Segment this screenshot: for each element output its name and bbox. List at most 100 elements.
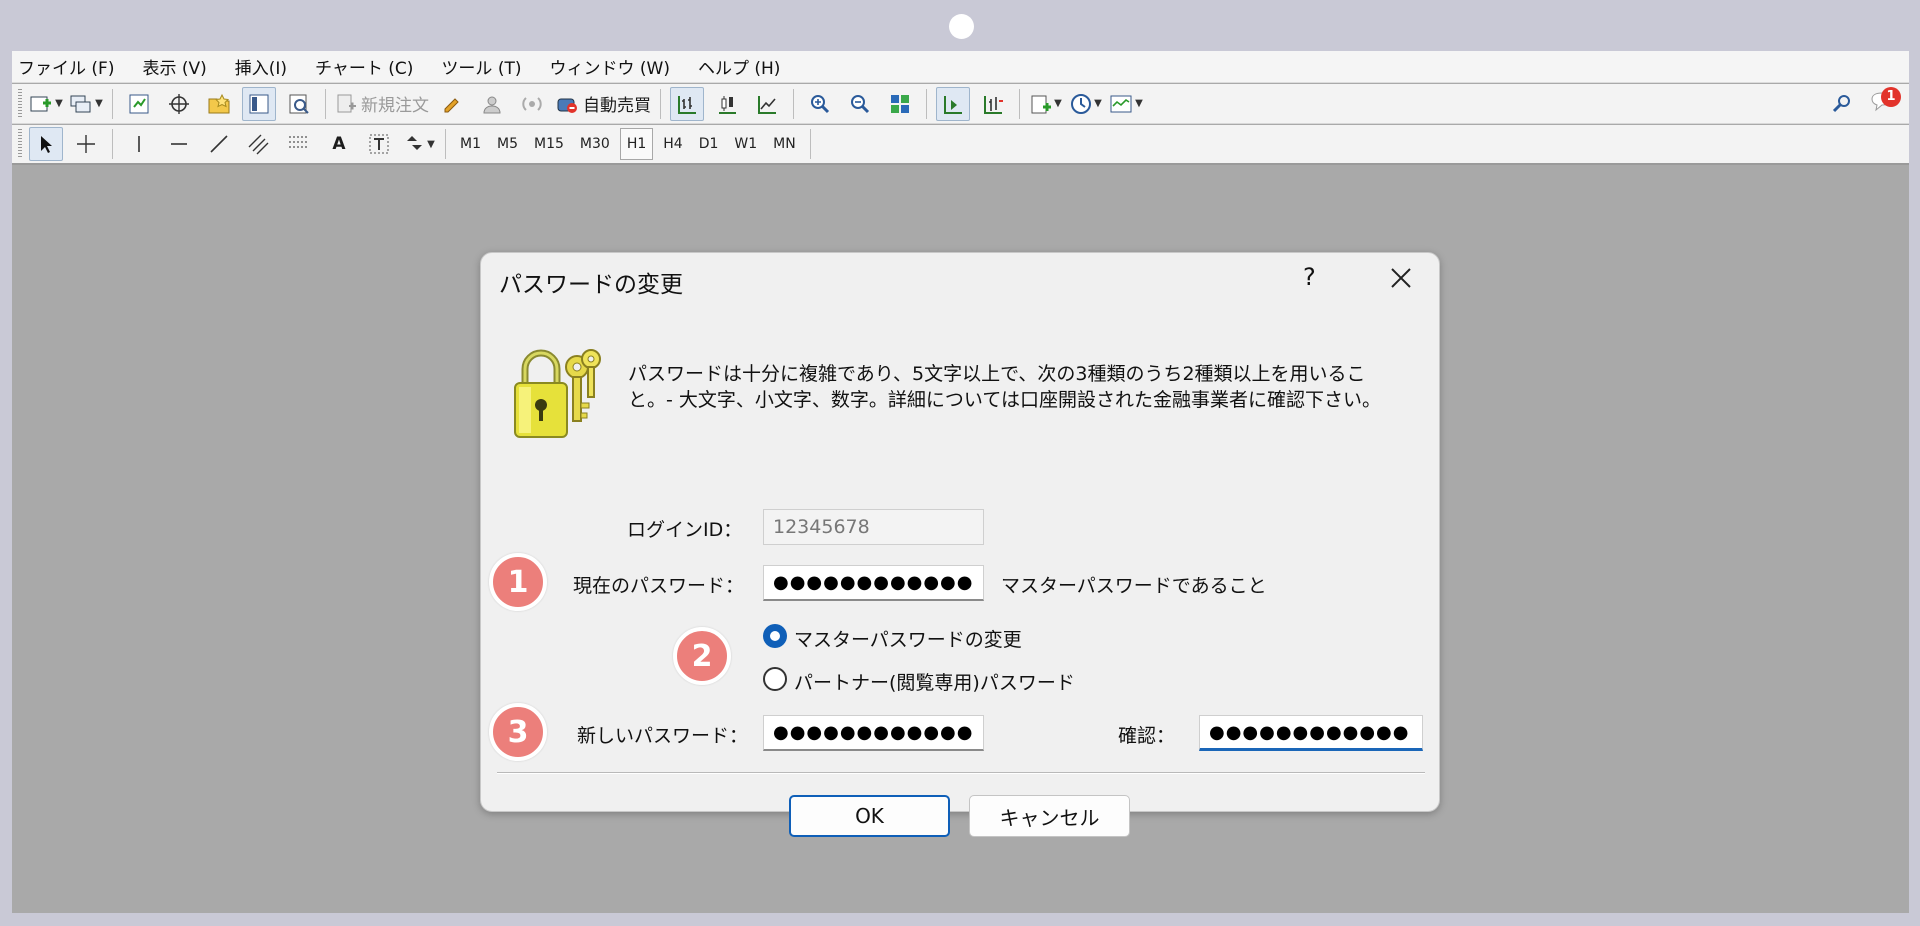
- vertical-line-icon: [138, 136, 140, 152]
- chart-shift-button[interactable]: [976, 87, 1010, 121]
- profiles-button[interactable]: ▼: [69, 87, 103, 121]
- crosshair-nav-button[interactable]: [162, 87, 196, 121]
- notifications-button[interactable]: 1: [1869, 86, 1901, 119]
- zoom-in-button[interactable]: [803, 87, 837, 121]
- toolbar-separator: [809, 129, 811, 159]
- pencil-icon: [444, 97, 459, 112]
- current-password-field[interactable]: ●●●●●●●●●●●●: [763, 565, 984, 601]
- indicators-icon: [1031, 95, 1052, 113]
- timeframe-w1[interactable]: W1: [728, 128, 763, 160]
- text-button[interactable]: A: [322, 127, 356, 161]
- toolbar-separator: [793, 88, 794, 119]
- candlestick-button[interactable]: [710, 87, 744, 121]
- step-badge-3: 3: [489, 703, 547, 761]
- timeframe-mn[interactable]: MN: [767, 128, 802, 160]
- menu-file[interactable]: ファイル (F): [12, 54, 128, 79]
- zoom-out-button[interactable]: [843, 87, 877, 121]
- new-password-field[interactable]: ●●●●●●●●●●●●: [763, 715, 984, 751]
- cancel-button[interactable]: キャンセル: [969, 795, 1130, 837]
- radio-change-master-label[interactable]: マスターパスワードの変更: [794, 625, 1022, 652]
- timeframe-m5[interactable]: M5: [491, 128, 524, 160]
- auto-trading-icon: [557, 98, 577, 113]
- radio-change-master[interactable]: [763, 624, 787, 648]
- notification-badge: 1: [1881, 86, 1901, 107]
- data-window-button[interactable]: [242, 86, 276, 121]
- clock-icon: [1071, 93, 1092, 114]
- fibonacci-button[interactable]: [282, 127, 316, 161]
- autoscroll-icon: [944, 95, 962, 114]
- market-watch-button[interactable]: [122, 87, 156, 121]
- new-order-icon: [337, 94, 356, 112]
- template-icon: [1110, 95, 1132, 112]
- folder-star-icon: [208, 93, 230, 113]
- confirm-password-field[interactable]: ●●●●●●●●●●●●: [1199, 715, 1423, 751]
- login-id-field: 12345678: [763, 509, 984, 545]
- profiles-icon: [70, 95, 91, 112]
- strategy-tester-button[interactable]: [282, 87, 316, 121]
- radio-partner-password-label[interactable]: パートナー(閲覧専用)パスワード: [794, 668, 1075, 695]
- autoscroll-button[interactable]: [936, 86, 970, 121]
- toolbar-separator: [112, 88, 113, 119]
- equidistant-channel-button[interactable]: [242, 127, 276, 161]
- timeframe-h1[interactable]: H1: [619, 128, 654, 160]
- new-order-button[interactable]: 新規注文: [335, 87, 429, 121]
- close-icon: [1391, 268, 1411, 288]
- toolbar-grip[interactable]: [18, 88, 22, 119]
- horizontal-line-button[interactable]: [162, 127, 196, 161]
- search-icon[interactable]: [1831, 93, 1853, 115]
- toolbar-right: 1: [1831, 84, 1901, 123]
- cursor-button[interactable]: [29, 127, 63, 161]
- login-id-label: ログインID：: [627, 519, 743, 541]
- fibonacci-icon: [289, 136, 307, 148]
- dialog-title: パスワードの変更: [499, 272, 683, 298]
- menu-view[interactable]: 表示 (V): [128, 54, 220, 79]
- password-rules-text: パスワードは十分に複雑であり、5文字以上で、次の3種類のうち2種類以上を用いるこ…: [628, 363, 1381, 411]
- indicators-button[interactable]: ▼: [1029, 87, 1063, 121]
- menu-insert[interactable]: 挿入(I): [221, 54, 301, 79]
- navigator-button[interactable]: [202, 87, 236, 121]
- new-chart-button[interactable]: ▼: [29, 87, 63, 121]
- toolbar-separator: [445, 129, 446, 159]
- help-button[interactable]: ?: [1303, 263, 1316, 291]
- auto-trading-button[interactable]: 自動売買: [555, 87, 651, 121]
- toolbar-grip[interactable]: [18, 129, 22, 159]
- timeframe-d1[interactable]: D1: [693, 128, 725, 160]
- edit-orders-button[interactable]: [435, 87, 469, 121]
- menu-window[interactable]: ウィンドウ (W): [535, 54, 683, 79]
- ok-button[interactable]: OK: [789, 795, 950, 837]
- menu-chart[interactable]: チャート (C): [301, 54, 427, 79]
- signals-button[interactable]: [515, 87, 549, 121]
- timeframe-m30[interactable]: M30: [574, 128, 616, 160]
- timeframe-m15[interactable]: M15: [528, 128, 570, 160]
- line-chart-button[interactable]: [750, 87, 784, 121]
- templates-button[interactable]: ▼: [1109, 87, 1143, 121]
- close-button[interactable]: [1386, 263, 1416, 293]
- tile-windows-button[interactable]: [883, 87, 917, 121]
- text-label-button[interactable]: [362, 127, 396, 161]
- confirm-password-value: ●●●●●●●●●●●●: [1209, 721, 1410, 743]
- menu-tools[interactable]: ツール (T): [427, 54, 535, 79]
- timeframe-m1[interactable]: M1: [454, 128, 487, 160]
- trendline-icon: [210, 135, 228, 153]
- vertical-line-button[interactable]: [122, 127, 156, 161]
- bar-chart-button[interactable]: [670, 86, 704, 121]
- new-password-value: ●●●●●●●●●●●●: [773, 722, 974, 743]
- crosshair-icon: [169, 93, 189, 114]
- new-chart-icon: [30, 96, 52, 111]
- radio-partner-password[interactable]: [763, 667, 787, 691]
- standard-toolbar: ▼ ▼ 新規注文 自動売買 ▼ ▼ ▼ 1: [12, 84, 1909, 124]
- periods-button[interactable]: ▼: [1069, 87, 1103, 121]
- crosshair-button[interactable]: [69, 127, 103, 161]
- dialog-divider: [497, 772, 1425, 774]
- timeframe-h4[interactable]: H4: [657, 128, 688, 160]
- change-password-dialog: パスワードの変更 ? パスワードは十分に複雑であり、5文字以上で、次の3種類のう…: [480, 252, 1440, 837]
- arrows-button[interactable]: ▼: [402, 127, 436, 161]
- current-password-label: 現在のパスワード：: [573, 575, 745, 597]
- new-order-label: 新規注文: [361, 96, 429, 116]
- terminal-window: ファイル (F) 表示 (V) 挿入(I) チャート (C) ツール (T) ウ…: [12, 51, 1909, 913]
- step-badge-2: 2: [673, 627, 731, 685]
- toolbar-separator: [926, 88, 927, 119]
- trendline-button[interactable]: [202, 127, 236, 161]
- account-button[interactable]: [475, 87, 509, 121]
- menu-help[interactable]: ヘルプ (H): [684, 54, 794, 79]
